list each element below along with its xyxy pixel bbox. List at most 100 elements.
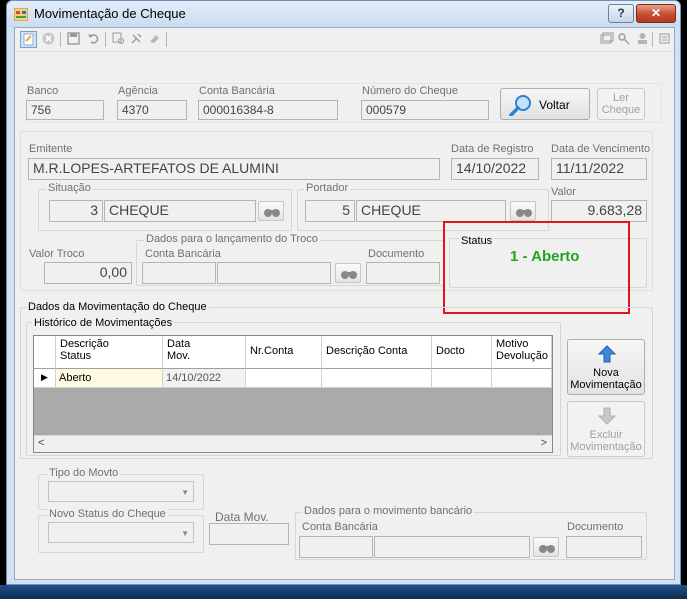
window-icon[interactable] xyxy=(598,31,615,48)
cell-status[interactable]: Aberto xyxy=(56,369,163,388)
movimento-conta-code-field[interactable] xyxy=(299,536,373,558)
user-icon[interactable] xyxy=(634,31,651,48)
troco-group-label: Dados para o lançamento do Troco xyxy=(144,233,320,245)
binoculars-icon xyxy=(539,545,555,553)
save-icon[interactable] xyxy=(65,31,82,48)
valor-label: Valor xyxy=(551,186,576,198)
window-title: Movimentação de Cheque xyxy=(34,6,186,21)
numero-cheque-field[interactable]: 000579 xyxy=(361,100,489,120)
header-line2: Status xyxy=(60,350,92,362)
movimento-conta-desc-field[interactable] xyxy=(374,536,530,558)
help-button[interactable]: ? xyxy=(608,4,634,23)
header-line1: Nr.Conta xyxy=(250,345,294,357)
excluir-movimentacao-button[interactable]: Excluir Movimentação xyxy=(567,401,645,457)
troco-conta-code-field[interactable] xyxy=(142,262,216,284)
valor-field[interactable]: 9.683,28 xyxy=(551,200,647,222)
close-button[interactable]: ✕ xyxy=(636,4,676,23)
numero-cheque-label: Número do Cheque xyxy=(362,85,459,97)
grid-header-descricao-status[interactable]: Descrição Status xyxy=(56,336,163,369)
header-line1: Data xyxy=(167,338,191,350)
magnifier-icon xyxy=(509,95,531,116)
data-registro-label: Data de Registro xyxy=(451,143,534,155)
app-icon xyxy=(14,8,28,21)
movimentacao-group-label: Dados da Movimentação do Cheque xyxy=(26,301,209,313)
nova-movimentacao-button[interactable]: Nova Movimentação xyxy=(567,339,645,395)
banco-field[interactable]: 756 xyxy=(26,100,104,120)
chevron-down-icon: ▼ xyxy=(181,529,189,538)
situacao-code-field[interactable]: 3 xyxy=(49,200,103,222)
tools-icon[interactable] xyxy=(128,31,145,48)
new-icon[interactable] xyxy=(20,31,37,48)
scroll-left-icon[interactable]: < xyxy=(38,437,44,449)
row-indicator[interactable]: ▶ xyxy=(34,369,56,388)
binoculars-icon xyxy=(516,209,532,217)
emitente-label: Emitente xyxy=(29,143,73,155)
header-line2: Mov. xyxy=(167,350,191,362)
grid-header-docto[interactable]: Docto xyxy=(432,336,492,369)
cell-motivo[interactable] xyxy=(492,369,552,388)
historico-grid[interactable]: Descrição Status Data Mov. Nr.Conta Desc… xyxy=(33,335,553,453)
novo-status-combo[interactable]: ▼ xyxy=(48,522,194,543)
novo-status-label: Novo Status do Cheque xyxy=(47,508,168,520)
binoculars-icon xyxy=(341,271,357,279)
horizontal-scrollbar[interactable]: < > xyxy=(34,435,552,452)
header-line1: Descrição xyxy=(60,338,109,350)
cancel-icon[interactable] xyxy=(40,31,57,48)
chevron-down-icon: ▼ xyxy=(181,488,189,497)
data-vencimento-field[interactable]: 11/11/2022 xyxy=(551,158,647,180)
portador-code-field[interactable]: 5 xyxy=(305,200,355,222)
header-line1: Motivo xyxy=(496,338,529,350)
arrow-up-icon xyxy=(598,345,616,363)
situacao-desc-field[interactable]: CHEQUE xyxy=(104,200,256,222)
ler-cheque-button[interactable]: Ler Cheque xyxy=(597,88,645,120)
movimento-lookup-button[interactable] xyxy=(533,537,559,557)
title-bar[interactable]: Movimentação de Cheque ? ✕ xyxy=(7,1,680,27)
emitente-field[interactable]: M.R.LOPES-ARTEFATOS DE ALUMINI xyxy=(28,158,440,180)
grid-header-data-mov[interactable]: Data Mov. xyxy=(163,336,246,369)
cell-data-mov[interactable]: 14/10/2022 xyxy=(163,369,246,388)
header-line2: Devolução xyxy=(496,350,548,362)
voltar-button[interactable]: Voltar xyxy=(500,88,590,120)
toolbar-separator xyxy=(60,32,61,47)
cell-docto[interactable] xyxy=(432,369,492,388)
movimento-documento-field[interactable] xyxy=(566,536,642,558)
nova-label-line1: Nova xyxy=(593,367,619,379)
data-registro-field[interactable]: 14/10/2022 xyxy=(451,158,539,180)
troco-documento-field[interactable] xyxy=(366,262,440,284)
key-icon[interactable] xyxy=(616,31,633,48)
voltar-label: Voltar xyxy=(539,98,570,112)
troco-documento-label: Documento xyxy=(368,248,425,260)
conta-bancaria-field[interactable]: 000016384-8 xyxy=(198,100,338,120)
arrow-down-icon xyxy=(598,407,616,425)
valor-troco-field[interactable]: 0,00 xyxy=(44,262,132,284)
troco-conta-label: Conta Bancária xyxy=(145,248,221,260)
movimento-documento-label: Documento xyxy=(567,521,624,533)
data-mov-field[interactable] xyxy=(209,523,289,545)
tipo-movto-label: Tipo do Movto xyxy=(47,467,121,479)
conta-bancaria-label: Conta Bancária xyxy=(199,85,275,97)
clear-icon[interactable] xyxy=(146,31,163,48)
troco-lookup-button[interactable] xyxy=(335,263,361,283)
header-line1: Descrição Conta xyxy=(326,345,408,357)
status-highlight-box xyxy=(443,221,630,314)
agencia-field[interactable]: 4370 xyxy=(117,100,187,120)
grid-header-nr-conta[interactable]: Nr.Conta xyxy=(246,336,322,369)
tipo-movto-combo[interactable]: ▼ xyxy=(48,481,194,502)
excluir-label-line2: Movimentação xyxy=(570,441,642,453)
grid-header-motivo-devolucao[interactable]: Motivo Devolução xyxy=(492,336,552,369)
portador-desc-field[interactable]: CHEQUE xyxy=(356,200,506,222)
ler-cheque-label-line2: Cheque xyxy=(601,104,641,116)
cell-nr-conta[interactable] xyxy=(246,369,322,388)
cell-descricao-conta[interactable] xyxy=(322,369,432,388)
troco-conta-desc-field[interactable] xyxy=(217,262,331,284)
header-line1: Docto xyxy=(436,345,465,357)
scroll-right-icon[interactable]: > xyxy=(541,437,547,449)
binoculars-icon xyxy=(264,209,280,217)
situacao-lookup-button[interactable] xyxy=(258,201,284,221)
grid-header-descricao-conta[interactable]: Descrição Conta xyxy=(322,336,432,369)
portador-lookup-button[interactable] xyxy=(510,201,536,221)
undo-icon[interactable] xyxy=(85,31,102,48)
menu-icon[interactable] xyxy=(656,31,673,48)
excluir-label-line1: Excluir xyxy=(589,429,623,441)
search-icon[interactable] xyxy=(110,31,127,48)
